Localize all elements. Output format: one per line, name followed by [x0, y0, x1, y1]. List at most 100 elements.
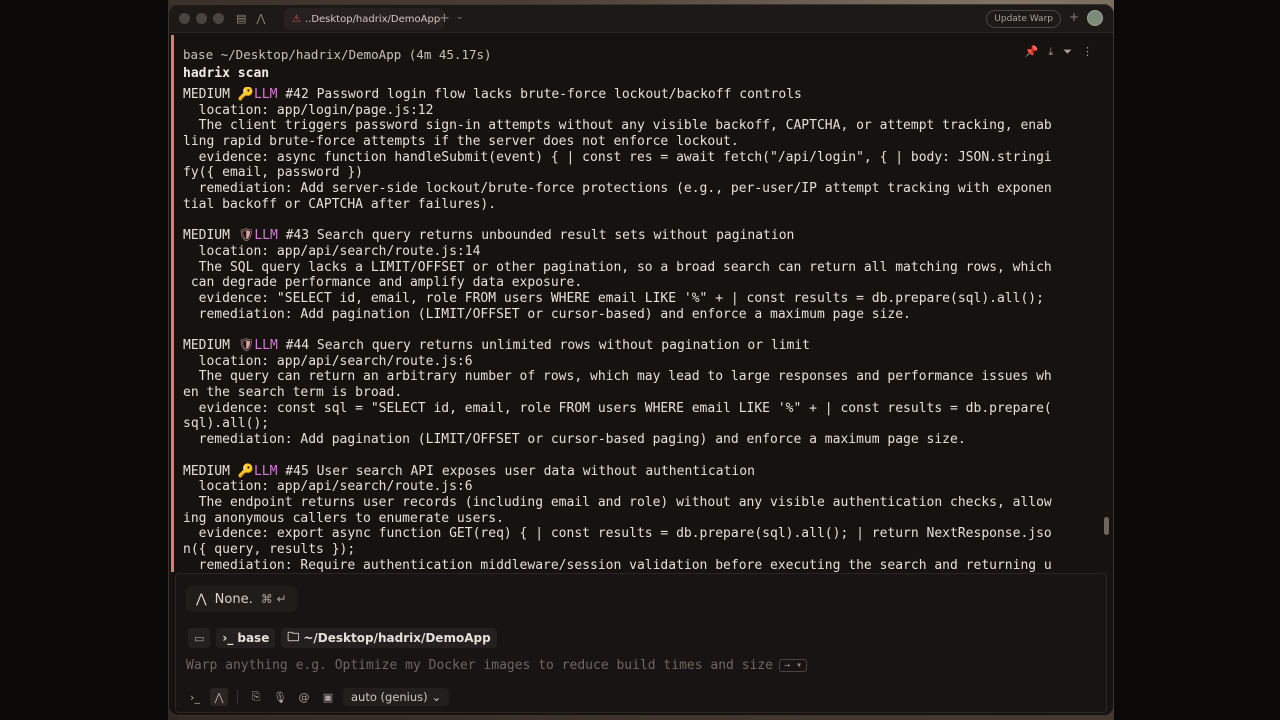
chevron-down-icon[interactable]: ⌄	[456, 12, 464, 22]
severity-label: MEDIUM	[183, 87, 238, 102]
output-line: The SQL query lacks a LIMIT/OFFSET or ot…	[183, 259, 1052, 275]
block-toolbar: 📌 ⤓ ⏷ ⋮	[1025, 45, 1093, 59]
key-icon: 🔑	[237, 87, 254, 102]
path-label: ~/Desktop/hadrix/DemoApp	[303, 631, 491, 645]
output-line: location: app/api/search/route.js:6	[183, 479, 473, 495]
output-line: location: app/login/page.js:12	[183, 102, 434, 118]
attach-file-icon[interactable]: ⎘	[247, 688, 265, 706]
path-chip[interactable]: 🗀 ~/Desktop/hadrix/DemoApp	[281, 628, 497, 648]
tab-demoapp[interactable]: ⚠ ..Desktop/hadrix/DemoApp	[284, 8, 444, 30]
output-line: location: app/api/search/route.js:14	[183, 243, 481, 259]
model-label: auto (genius)	[351, 690, 428, 704]
input-panel: ⋀ None. ⌘ ↵ ▭ ›_ base 🗀 ~/Desktop/hadrix…	[175, 573, 1107, 713]
zoom-window-button[interactable]	[213, 13, 224, 24]
warp-logo-icon[interactable]: ⋀	[256, 12, 265, 25]
warning-icon: ⚠	[292, 13, 301, 25]
output-line: remediation: Add pagination (LIMIT/OFFSE…	[183, 306, 911, 322]
chevron-down-icon: ⌄	[431, 690, 442, 704]
key-icon: 🔑	[237, 463, 254, 479]
model-selector[interactable]: auto (genius) ⌄	[343, 688, 450, 706]
prompt-placeholder: Warp anything e.g. Optimize my Docker im…	[186, 658, 773, 673]
context-row: ▭ ›_ base 🗀 ~/Desktop/hadrix/DemoApp	[188, 628, 497, 648]
severity-label: MEDIUM	[183, 228, 238, 244]
image-icon[interactable]: ▣	[319, 688, 337, 706]
scrollbar-thumb[interactable]	[1104, 517, 1109, 535]
finding-title: #44 Search query returns unlimited rows …	[277, 338, 811, 353]
block-error-accent	[171, 35, 174, 572]
pin-icon[interactable]: 📌	[1025, 45, 1039, 59]
avatar[interactable]	[1087, 10, 1103, 26]
finding-title: #42 Password login flow lacks brute-forc…	[277, 87, 802, 102]
finding-heading: MEDIUM 🔑LLM #42 Password login flow lack…	[183, 87, 1098, 103]
output-line: ing anonymous callers to enumerate users…	[183, 510, 504, 526]
block-meta: base ~/Desktop/hadrix/DemoApp (4m 45.17s…	[183, 47, 492, 62]
prompt-icon: ›_	[222, 631, 234, 645]
shield-icon: 🛡	[237, 338, 255, 353]
finding-heading: MEDIUM 🛡LLM #43 Search query returns unb…	[183, 228, 1098, 244]
tab-title: ..Desktop/hadrix/DemoApp	[304, 13, 441, 25]
env-chip[interactable]: ›_ base	[216, 628, 276, 648]
block-output[interactable]: MEDIUM 🔑LLM #42 Password login flow lack…	[183, 87, 1098, 572]
mention-icon[interactable]: @	[295, 688, 313, 706]
output-line: The endpoint returns user records (inclu…	[183, 494, 1052, 510]
llm-tag: LLM	[254, 228, 278, 244]
desktop-left-backdrop	[0, 0, 168, 720]
send-button[interactable]: → ▾	[779, 659, 808, 672]
suggestion-shortcut: ⌘ ↵	[260, 592, 287, 606]
input-toolbar: ›_ ⋀ ⎘ 🎙 @ ▣ auto (genius) ⌄	[186, 688, 450, 706]
output-line: evidence: async function handleSubmit(ev…	[183, 149, 1052, 165]
output-line: can degrade performance and amplify data…	[183, 275, 583, 291]
severity-label: MEDIUM	[183, 338, 238, 353]
severity-label: MEDIUM	[183, 463, 238, 479]
shield-icon: 🛡	[237, 228, 255, 244]
output-line: sql).all();	[183, 416, 270, 432]
llm-tag: LLM	[254, 338, 278, 353]
output-line: The client triggers password sign-in att…	[183, 118, 1052, 134]
agent-suggestion[interactable]: ⋀ None. ⌘ ↵	[186, 586, 297, 612]
finding-heading: MEDIUM 🛡LLM #44 Search query returns unl…	[183, 338, 1098, 354]
warp-terminal-window: ▤ ⋀ ⚠ ..Desktop/hadrix/DemoApp + ⌄ Updat…	[168, 4, 1114, 716]
prompt-input[interactable]: Warp anything e.g. Optimize my Docker im…	[186, 658, 808, 673]
folder-icon: 🗀	[287, 629, 300, 644]
download-icon[interactable]: ⤓	[1048, 45, 1053, 59]
output-line: remediation: Add pagination (LIMIT/OFFSE…	[183, 432, 966, 448]
output-line: evidence: const sql = "SELECT id, email,…	[183, 400, 1052, 416]
agent-mode-icon[interactable]: ⋀	[210, 688, 228, 706]
desktop-right-backdrop	[1114, 0, 1280, 720]
output-line: fy({ email, password })	[183, 165, 364, 181]
close-window-button[interactable]	[179, 13, 190, 24]
warp-agent-icon: ⋀	[196, 591, 207, 607]
terminal-mode-icon[interactable]: ›_	[186, 688, 204, 706]
output-line: remediation: Add server-side lockout/bru…	[183, 181, 1052, 197]
output-line: evidence: export async function GET(req)…	[183, 526, 1052, 542]
update-warp-button[interactable]: Update Warp	[986, 10, 1061, 28]
more-icon[interactable]: ⋮	[1082, 45, 1093, 59]
filter-icon[interactable]: ⏷	[1063, 45, 1072, 59]
block-command: hadrix scan	[183, 66, 270, 81]
output-line: location: app/api/search/route.js:6	[183, 353, 473, 369]
sidebar-toggle-icon[interactable]: ▤	[236, 12, 246, 25]
output-line: ling rapid brute-force attempts if the s…	[183, 134, 739, 150]
conversation-icon[interactable]: ▭	[188, 628, 211, 648]
add-icon[interactable]: +	[1069, 10, 1079, 24]
output-line: n({ query, results });	[183, 541, 356, 557]
output-line: tial backoff or CAPTCHA after failures).	[183, 196, 497, 212]
output-line: remediation: Require authentication midd…	[183, 557, 1052, 572]
env-label: base	[237, 631, 270, 645]
block-header: base ~/Desktop/hadrix/DemoApp (4m 45.17s…	[183, 47, 492, 81]
output-line: The query can return an arbitrary number…	[183, 369, 1052, 385]
microphone-icon[interactable]: 🎙	[271, 688, 289, 706]
output-line: en the search term is broad.	[183, 385, 403, 401]
finding-title: #43 Search query returns unbounded resul…	[277, 228, 795, 244]
title-bar: ▤ ⋀ ⚠ ..Desktop/hadrix/DemoApp + ⌄ Updat…	[169, 5, 1113, 33]
finding-heading: MEDIUM 🔑LLM #45 User search API exposes …	[183, 464, 1098, 480]
toolbar-divider	[237, 690, 238, 704]
new-tab-button[interactable]: +	[439, 11, 450, 26]
output-line: evidence: "SELECT id, email, role FROM u…	[183, 290, 1044, 306]
minimize-window-button[interactable]	[196, 13, 207, 24]
llm-tag: LLM	[253, 463, 278, 479]
suggestion-text: None.	[214, 591, 253, 607]
